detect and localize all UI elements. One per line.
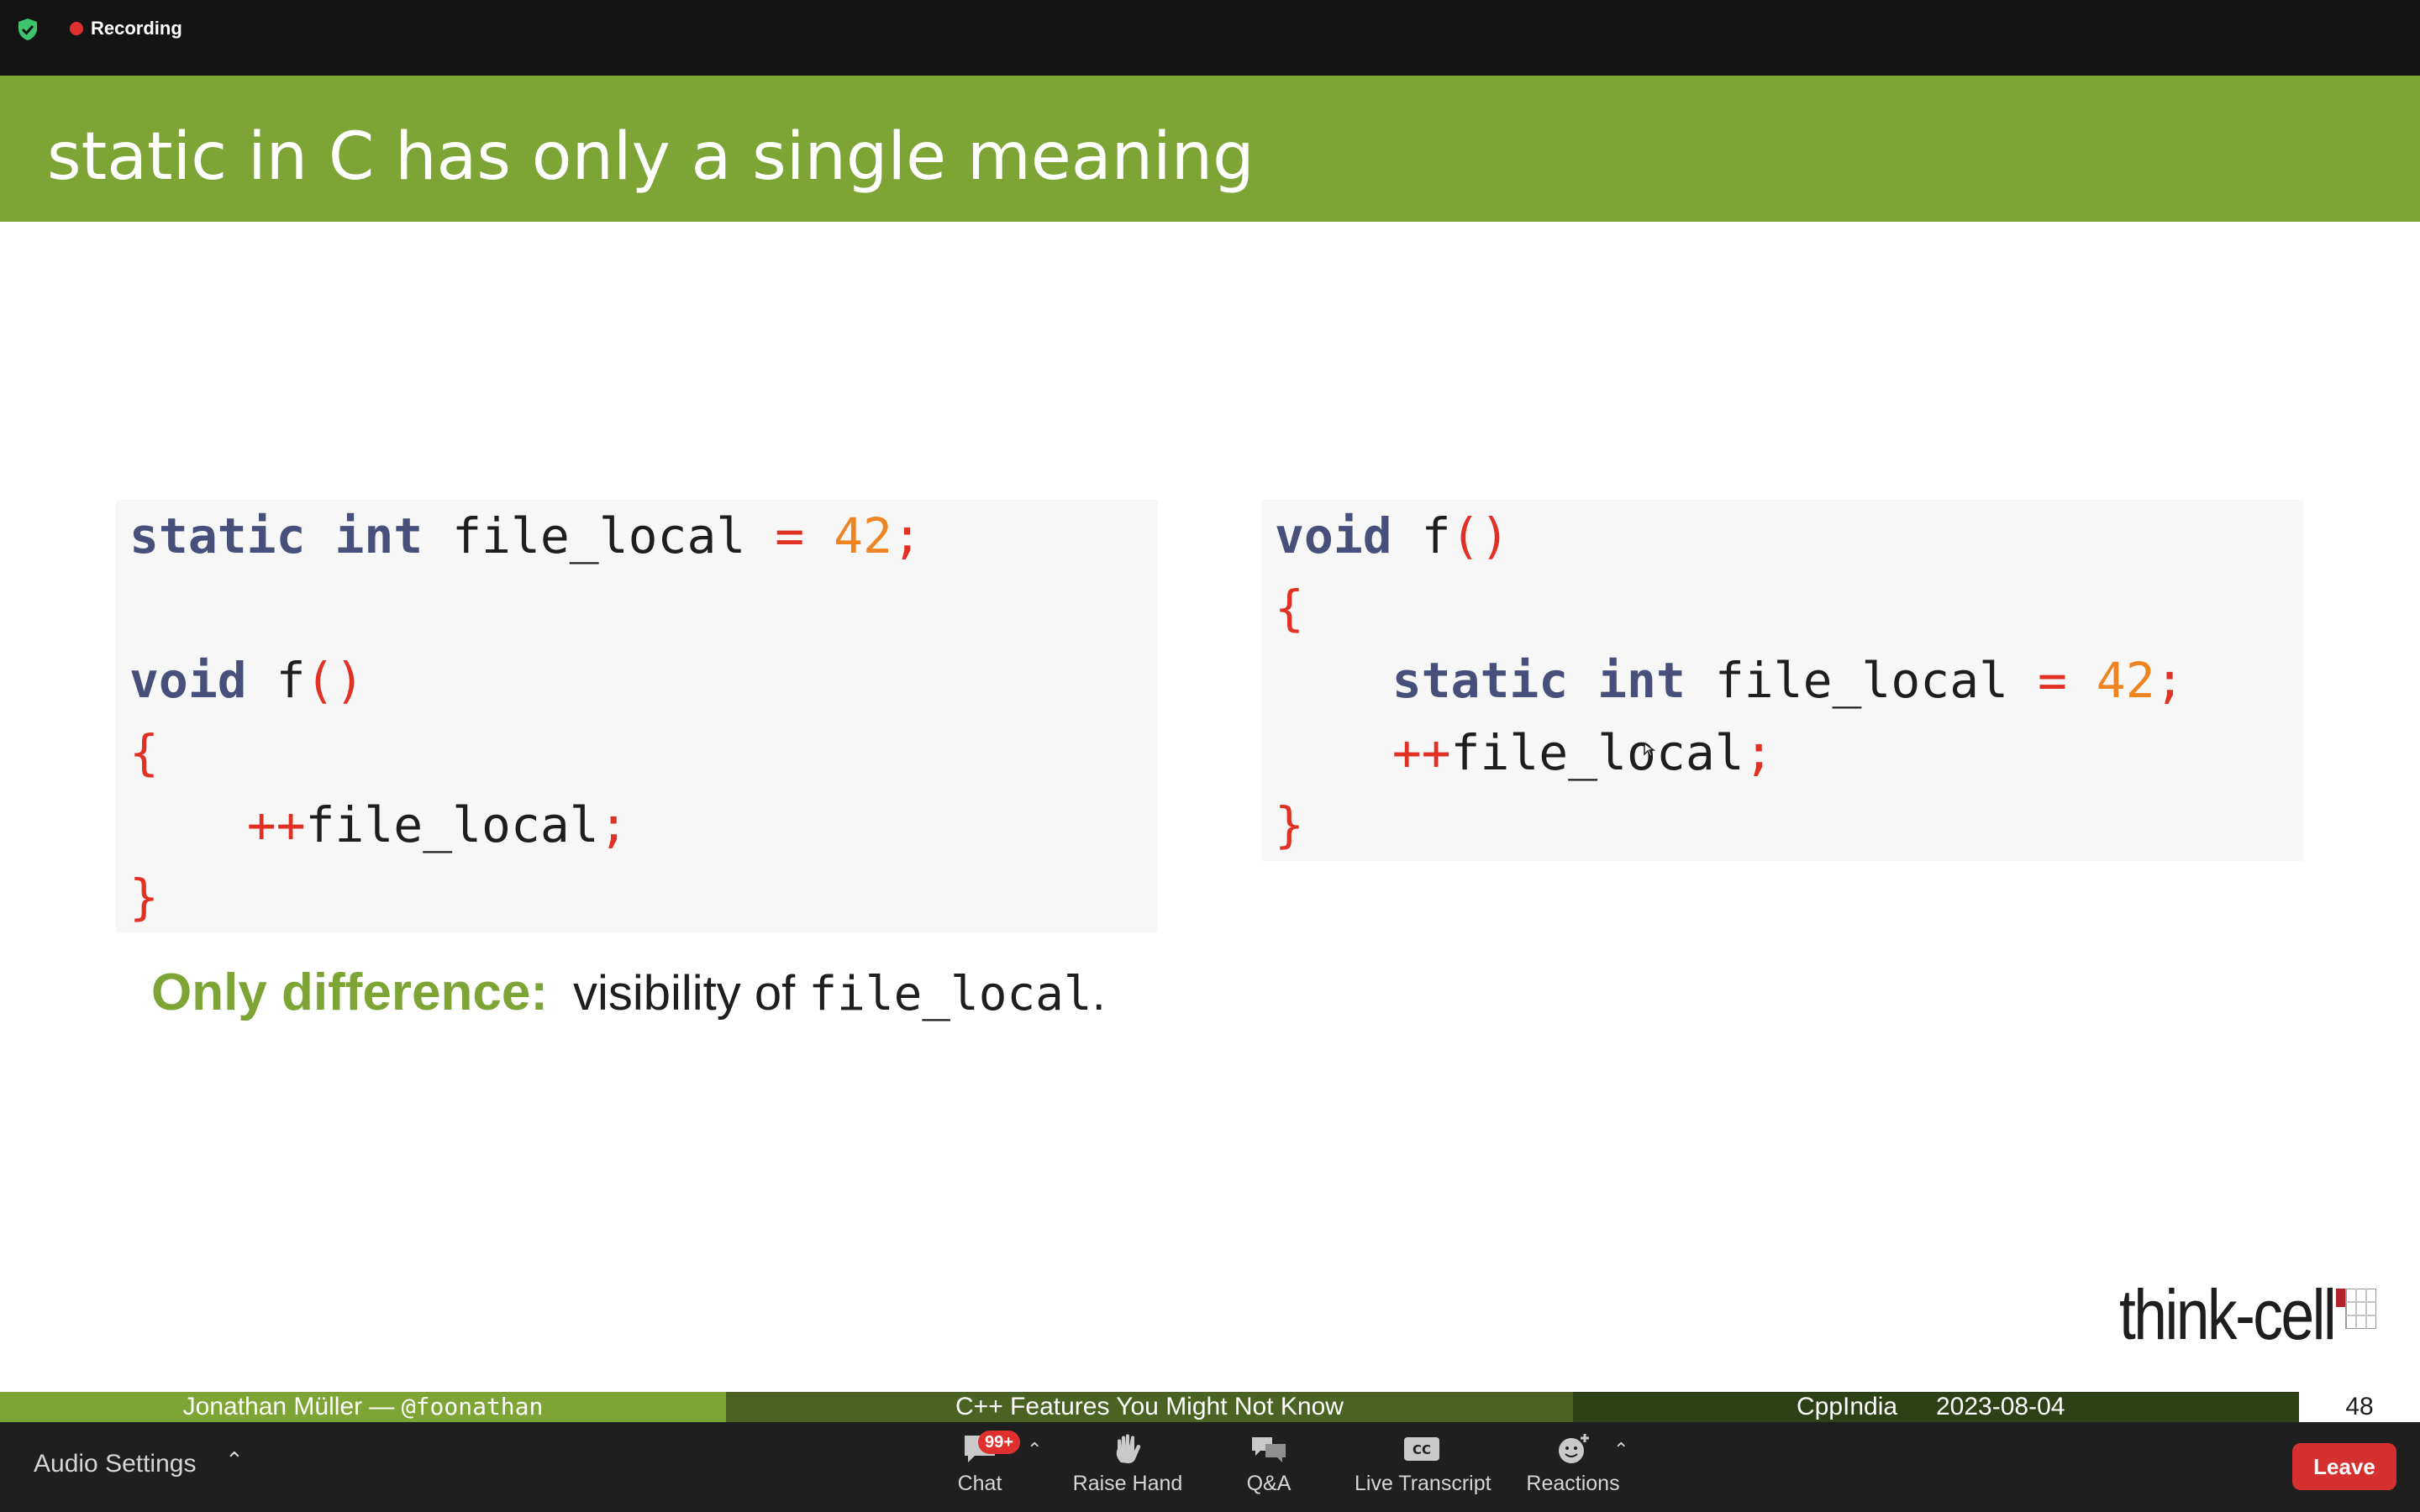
code-line: { <box>1275 572 1304 644</box>
footer-author-handle: @foonathan <box>401 1393 544 1420</box>
code-identifier: f <box>276 652 306 709</box>
footer-author: Jonathan Müller — @foonathan <box>0 1392 726 1422</box>
code-line: } <box>129 861 159 933</box>
chat-options-caret-icon[interactable]: ⌃ <box>1027 1439 1042 1461</box>
qa-button[interactable]: Q&A <box>1202 1432 1336 1496</box>
note-code: file_local <box>808 967 1092 1021</box>
code-identifier: file_local <box>1450 724 1744 781</box>
code-brace: { <box>1275 580 1304 637</box>
qa-label: Q&A <box>1246 1472 1292 1495</box>
recording-dot-icon <box>70 22 83 35</box>
code-keyword: void <box>129 652 247 709</box>
note-heading: Only difference: <box>151 963 548 1021</box>
code-punctuation: ; <box>598 796 629 853</box>
code-line: void f() <box>1275 500 1509 572</box>
audio-options-caret-icon[interactable]: ⌃ <box>225 1447 244 1473</box>
code-identifier: file_local <box>1714 652 2009 709</box>
code-line: void f() <box>129 644 364 717</box>
note-body: visibility of <box>573 966 796 1021</box>
live-transcript-button[interactable]: CC Live Transcript <box>1355 1432 1491 1496</box>
code-punctuation: () <box>305 652 365 709</box>
code-brace: } <box>1275 796 1304 853</box>
code-punctuation: ; <box>2154 652 2185 709</box>
code-keyword: static <box>129 507 306 564</box>
code-line: } <box>1275 789 1304 861</box>
raise-hand-button[interactable]: Raise Hand <box>1060 1432 1195 1496</box>
code-block-file-scope: static int file_local = 42; void f() { +… <box>116 500 1158 932</box>
slide-footer: Jonathan Müller — @foonathan C++ Feature… <box>0 1392 2420 1422</box>
reactions-options-caret-icon[interactable]: ⌃ <box>1613 1439 1628 1461</box>
code-keyword: int <box>334 507 424 564</box>
presentation-slide: static in C has only a single meaning st… <box>0 76 2420 1422</box>
code-identifier: file_local <box>305 796 599 853</box>
code-line: { <box>129 717 159 789</box>
audio-settings-button[interactable]: Audio Settings <box>34 1447 196 1481</box>
shield-check-icon[interactable] <box>15 17 40 42</box>
code-keyword: int <box>1597 652 1686 709</box>
code-punctuation: ; <box>1744 724 1774 781</box>
reactions-label: Reactions <box>1526 1472 1620 1495</box>
slide-title: static in C has only a single meaning <box>47 119 1255 195</box>
raise-hand-icon <box>1116 1434 1141 1463</box>
qa-bubbles-icon <box>1252 1437 1286 1462</box>
logo-text: think-cell <box>2119 1275 2337 1354</box>
footer-page-number: 48 <box>2299 1392 2420 1422</box>
code-brace: { <box>129 724 159 781</box>
code-operator: = <box>775 507 805 564</box>
meeting-top-bar: Recording <box>0 0 2420 76</box>
code-identifier: f <box>1421 507 1451 564</box>
code-number: 42 <box>834 507 892 564</box>
code-line: ++file_local; <box>129 789 629 861</box>
code-brace: } <box>129 869 159 926</box>
chat-label: Chat <box>957 1472 1002 1495</box>
code-keyword: static <box>1392 652 1569 709</box>
code-punctuation: () <box>1450 507 1510 564</box>
code-operator: ++ <box>246 796 306 853</box>
slide-note: Only difference: visibility of file_local… <box>151 959 1106 1026</box>
footer-author-name: Jonathan Müller — <box>182 1393 395 1420</box>
chat-unread-badge: 99+ <box>978 1431 1020 1454</box>
code-line: static int file_local = 42; <box>1275 644 2185 717</box>
code-keyword: void <box>1275 507 1392 564</box>
code-operator: = <box>2037 652 2067 709</box>
footer-event-name: CppIndia <box>1797 1393 1898 1420</box>
leave-button[interactable]: Leave <box>2292 1443 2396 1490</box>
meeting-controls-bar: Audio Settings ⌃ 99+ Chat ⌃ Raise Hand Q… <box>0 1422 2420 1512</box>
footer-date: 2023-08-04 <box>1936 1393 2065 1420</box>
live-transcript-label: Live Transcript <box>1355 1472 1491 1495</box>
raise-hand-label: Raise Hand <box>1072 1472 1183 1495</box>
code-number: 42 <box>2096 652 2155 709</box>
slide-header: static in C has only a single meaning <box>0 76 2420 222</box>
smiley-plus-icon <box>1559 1434 1589 1463</box>
code-line: static int file_local = 42; <box>129 500 922 572</box>
footer-event: CppIndia 2023-08-04 <box>1573 1392 2299 1422</box>
code-operator: ++ <box>1392 724 1451 781</box>
code-punctuation: ; <box>892 507 922 564</box>
footer-talk-title: C++ Features You Might Not Know <box>726 1392 1573 1422</box>
code-identifier: file_local <box>452 507 746 564</box>
svg-text:CC: CC <box>1413 1442 1431 1457</box>
code-line: ++file_local; <box>1275 717 1774 789</box>
note-text: visibility of file_local. <box>573 966 1106 1021</box>
mouse-cursor-icon <box>1644 742 1656 757</box>
note-period: . <box>1092 966 1106 1021</box>
logo-mark-icon <box>2336 1289 2376 1329</box>
code-block-function-scope: void f() { static int file_local = 42; +… <box>1261 500 2303 861</box>
recording-label[interactable]: Recording <box>91 17 182 40</box>
cc-icon: CC <box>1404 1437 1439 1461</box>
